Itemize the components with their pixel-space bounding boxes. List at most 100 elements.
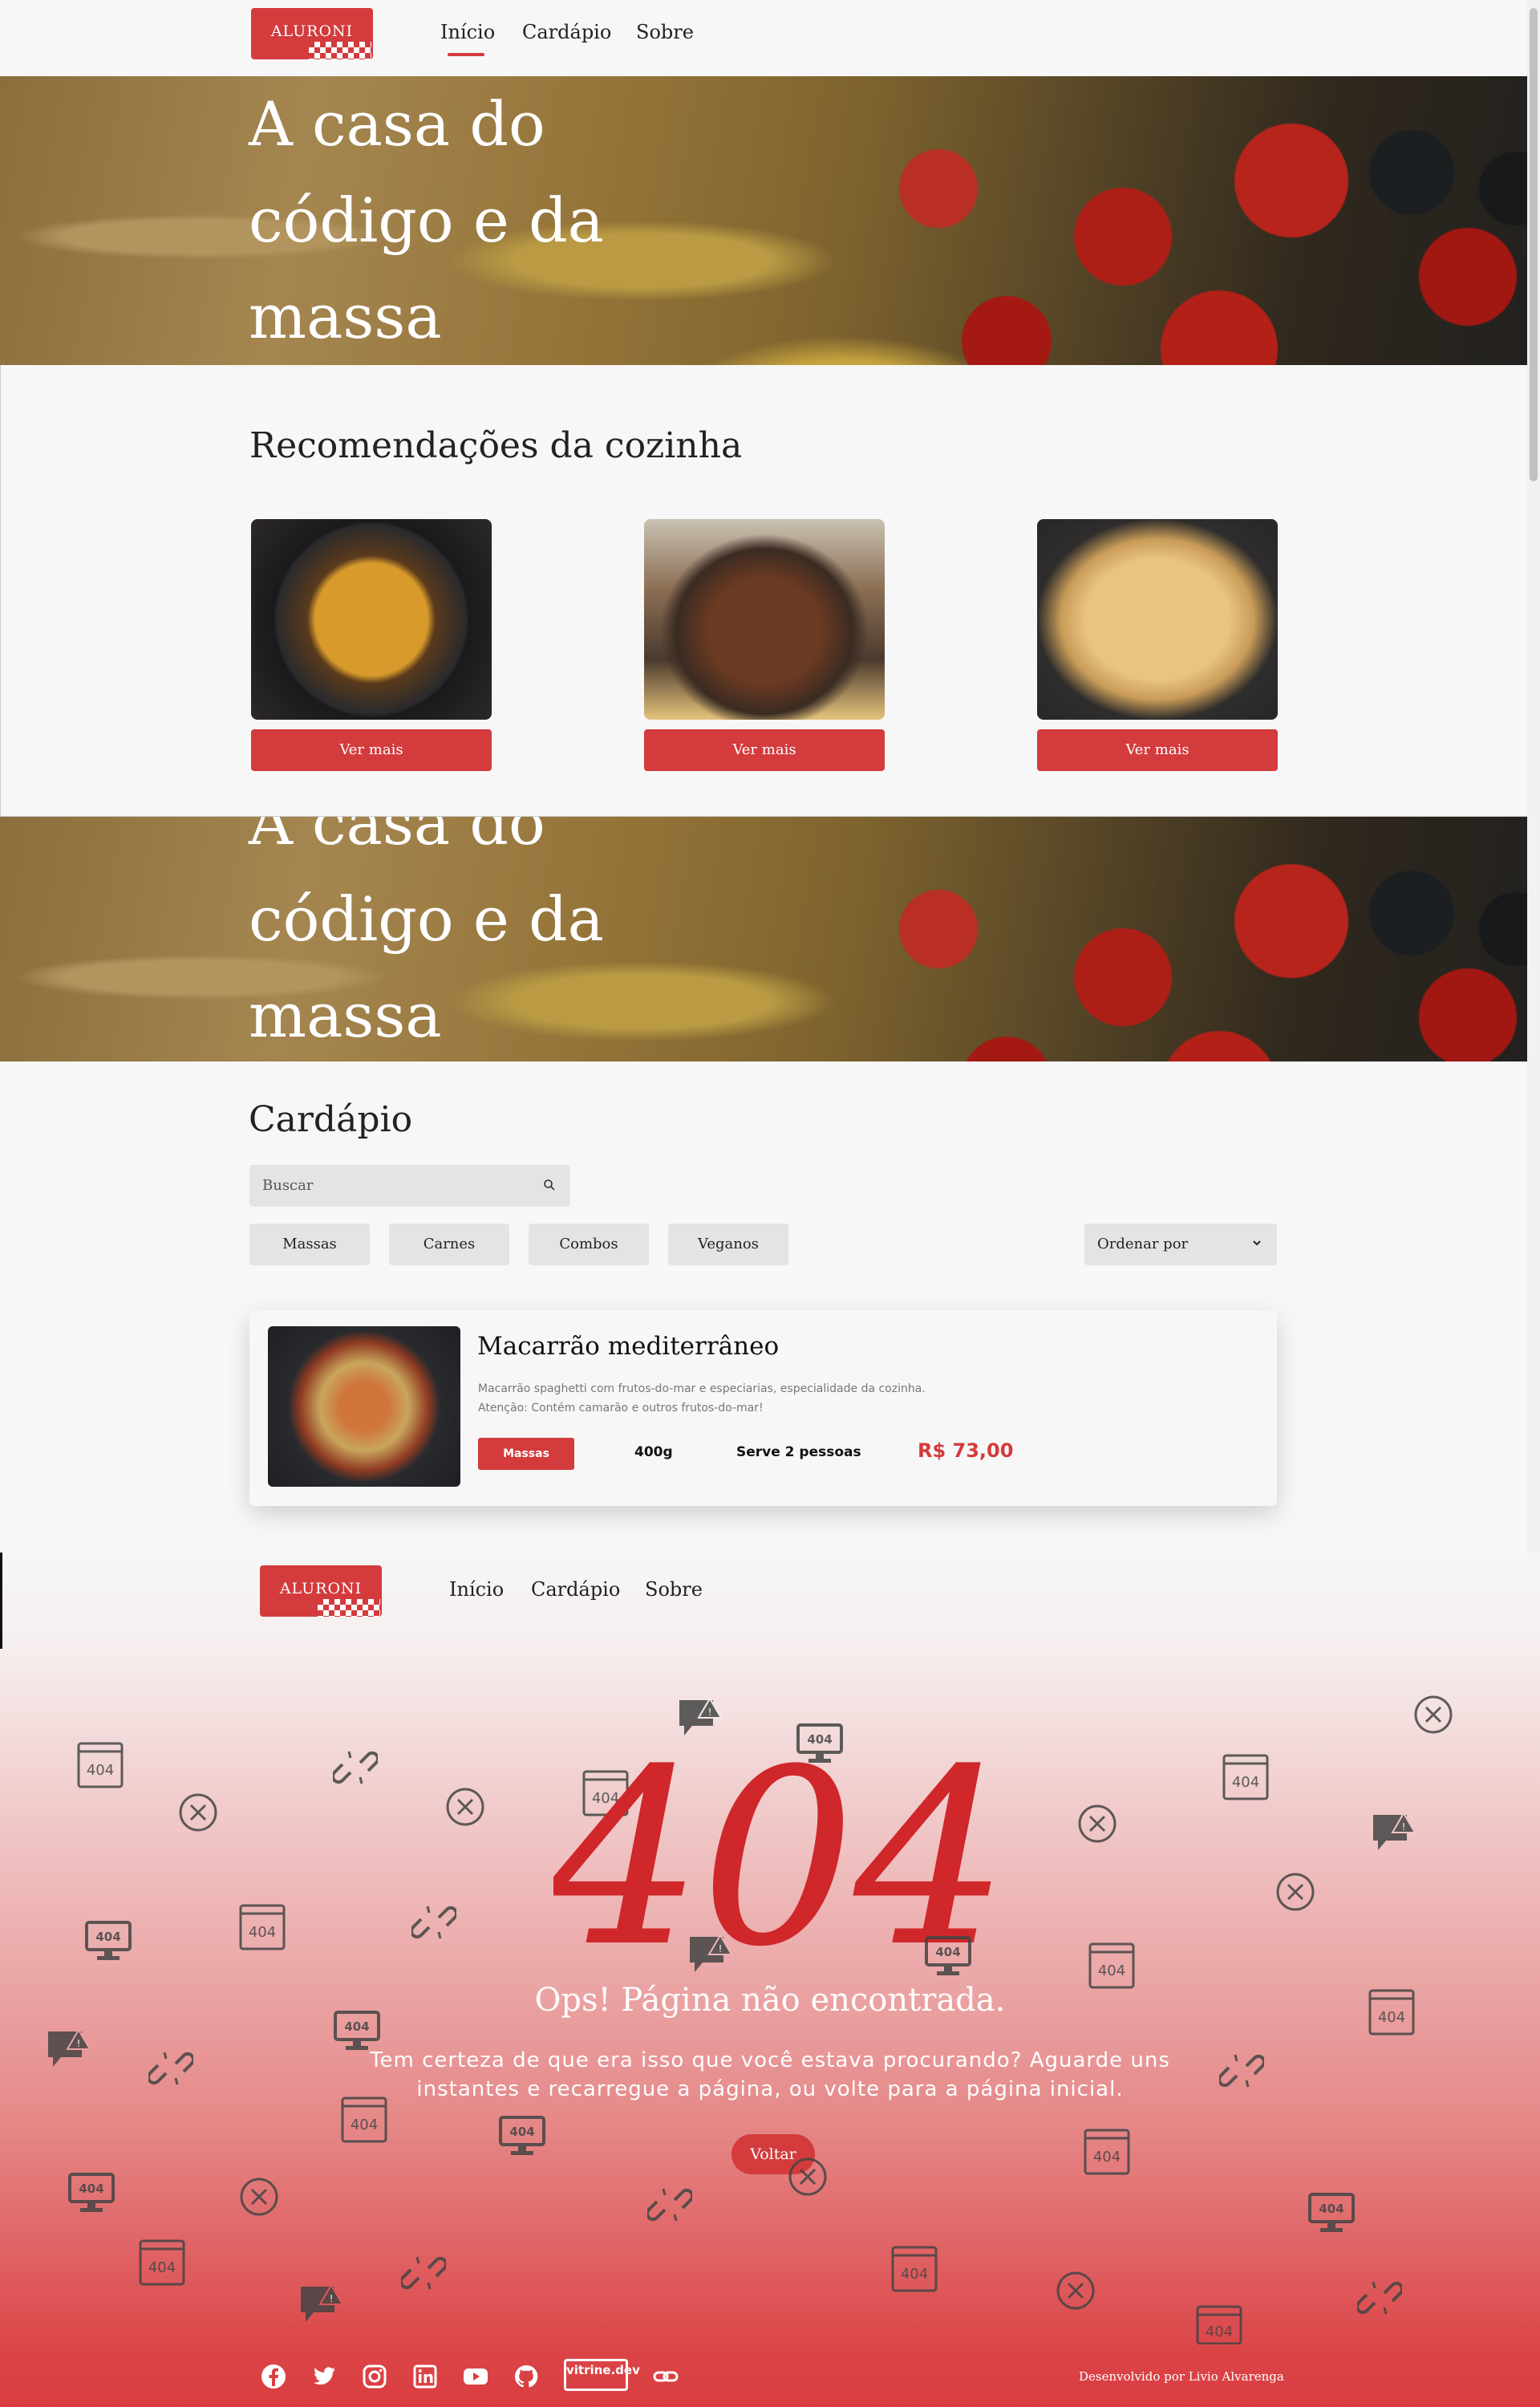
filter-carnes[interactable]: Carnes <box>389 1224 509 1265</box>
svg-text:404: 404 <box>1232 1774 1259 1791</box>
broken-link-icon-3 <box>148 2052 193 2085</box>
svg-text:404: 404 <box>344 2019 369 2034</box>
not-found-heading: Ops! Página não encontrada. <box>534 1982 1006 2019</box>
nav-cardapio-404[interactable]: Cardápio <box>531 1578 620 1601</box>
twitter-icon[interactable] <box>310 2362 338 2391</box>
dish-image <box>268 1326 460 1487</box>
recommendation-image-1[interactable] <box>251 519 492 720</box>
dish-serves: Serve 2 pessoas <box>736 1444 861 1460</box>
ver-mais-button-2[interactable]: Ver mais <box>644 729 885 771</box>
hero-banner-2: A casa do código e da massa <box>0 817 1527 1061</box>
github-icon[interactable] <box>512 2362 541 2391</box>
order-by-label: Ordenar por <box>1097 1236 1189 1252</box>
nav-sobre-404[interactable]: Sobre <box>645 1578 703 1601</box>
big-404-graphic: 404 <box>553 1725 1003 1966</box>
svg-text:404: 404 <box>1206 2324 1233 2340</box>
logo-checker-pattern-404 <box>318 1599 380 1617</box>
recommendation-image-2[interactable] <box>644 519 885 720</box>
hero-title: A casa do código e da massa <box>249 88 604 352</box>
404-window-icon-4: 404 <box>239 1904 286 1950</box>
facebook-icon[interactable] <box>259 2362 288 2391</box>
broken-link-icon-6 <box>401 2256 446 2290</box>
dish-size: 400g <box>634 1444 673 1460</box>
logo-404-page[interactable]: ALURONI <box>260 1565 382 1617</box>
404-monitor-icon-2: 404 <box>85 1921 132 1960</box>
alert-chat-icon-2: ! <box>1373 1812 1416 1850</box>
svg-text:!: ! <box>77 2038 81 2049</box>
credit-name[interactable]: Livio Alvarenga <box>1189 2369 1284 2384</box>
nav-cardapio[interactable]: Cardápio <box>522 21 611 43</box>
svg-text:404: 404 <box>79 2182 103 2196</box>
dish-name: Macarrão mediterrâneo <box>477 1332 780 1361</box>
svg-text:404: 404 <box>1093 2149 1121 2165</box>
404-window-icon-10: 404 <box>891 2246 938 2292</box>
svg-text:404: 404 <box>148 2259 176 2276</box>
vitrine-dev-icon[interactable]: vitrine.dev <box>564 2359 640 2391</box>
credit-prefix: Desenvolvido por <box>1079 2369 1185 2384</box>
youtube-icon[interactable] <box>461 2362 490 2391</box>
scrollbar-thumb[interactable] <box>1530 8 1538 481</box>
chevron-down-icon <box>1253 1240 1261 1246</box>
order-by-select[interactable]: Ordenar por <box>1084 1224 1277 1265</box>
404-window-icon-9: 404 <box>139 2239 185 2286</box>
broken-link-icon <box>333 1751 378 1784</box>
nav-sobre[interactable]: Sobre <box>636 21 694 43</box>
link-icon[interactable] <box>651 2362 680 2391</box>
broken-link-icon-4 <box>1219 2054 1264 2088</box>
svg-text:404: 404 <box>249 1924 276 1941</box>
404-monitor-icon-7: 404 <box>1308 2193 1355 2232</box>
close-circle-icon-7 <box>240 2178 278 2216</box>
dish-description: Macarrão spaghetti com frutos-do-mar e e… <box>478 1382 926 1395</box>
filter-combos[interactable]: Combos <box>529 1224 649 1265</box>
svg-text:!: ! <box>708 1707 712 1718</box>
404-window-icon-8: 404 <box>1084 2129 1130 2175</box>
svg-text:404: 404 <box>509 2125 534 2139</box>
svg-text:404: 404 <box>95 1930 120 1944</box>
close-circle-icon <box>179 1793 217 1832</box>
close-circle-icon-3 <box>1414 1695 1453 1734</box>
ver-mais-button-3[interactable]: Ver mais <box>1037 729 1278 771</box>
nav-inicio[interactable]: Início <box>440 21 495 43</box>
svg-text:!: ! <box>1402 1821 1406 1833</box>
alert-chat-icon-4: ! <box>48 2028 91 2067</box>
broken-link-icon-7 <box>1357 2281 1402 2315</box>
hero-title-2: A casa do código e da massa <box>249 817 604 1051</box>
dish-category-tag: Massas <box>478 1438 574 1470</box>
nav-active-indicator <box>448 53 484 56</box>
404-monitor-icon-5: 404 <box>499 2116 545 2155</box>
svg-text:404: 404 <box>351 2117 378 2133</box>
search-icon[interactable] <box>543 1179 556 1191</box>
dish-warning: Atenção: Contém camarão e outros frutos-… <box>478 1402 764 1415</box>
svg-text:!: ! <box>330 2293 334 2304</box>
nav-inicio-404[interactable]: Início <box>449 1578 504 1601</box>
big-404-text: 404 <box>553 1725 1003 1966</box>
recommendation-image-3[interactable] <box>1037 519 1278 720</box>
filter-veganos[interactable]: Veganos <box>668 1224 788 1265</box>
svg-text:404: 404 <box>87 1762 114 1779</box>
close-circle-icon-6 <box>788 2157 827 2196</box>
search-field[interactable]: Buscar <box>249 1165 570 1207</box>
instagram-icon[interactable] <box>360 2362 389 2391</box>
404-window-icon: 404 <box>77 1742 124 1788</box>
filter-massas[interactable]: Massas <box>249 1224 370 1265</box>
close-circle-icon-4 <box>1078 1804 1116 1843</box>
404-window-icon-3: 404 <box>1222 1754 1269 1800</box>
alert-chat-icon-5: ! <box>301 2283 344 2322</box>
ver-mais-button-1[interactable]: Ver mais <box>251 729 492 771</box>
recommendations-title: Recomendações da cozinha <box>249 425 743 466</box>
svg-text:404: 404 <box>1098 1963 1125 1979</box>
close-circle-icon-5 <box>1276 1873 1315 1911</box>
linkedin-icon[interactable] <box>411 2362 440 2391</box>
close-circle-icon-8 <box>1056 2271 1095 2310</box>
svg-text:404: 404 <box>1319 2202 1343 2216</box>
top-header: ALURONI Início Cardápio Sobre <box>0 0 1527 76</box>
page-edge <box>0 1553 2 1649</box>
dish-price: R$ 73,00 <box>918 1439 1014 1462</box>
404-monitor-icon-6: 404 <box>68 2173 115 2212</box>
logo-checker-pattern <box>309 42 371 59</box>
svg-text:404: 404 <box>901 2266 928 2283</box>
vitrine-dev-label: vitrine.dev <box>566 2363 640 2377</box>
alert-chat-icon-3: ! <box>690 1934 733 1972</box>
broken-link-icon-2 <box>411 1906 456 1939</box>
logo[interactable]: ALURONI <box>251 8 373 59</box>
